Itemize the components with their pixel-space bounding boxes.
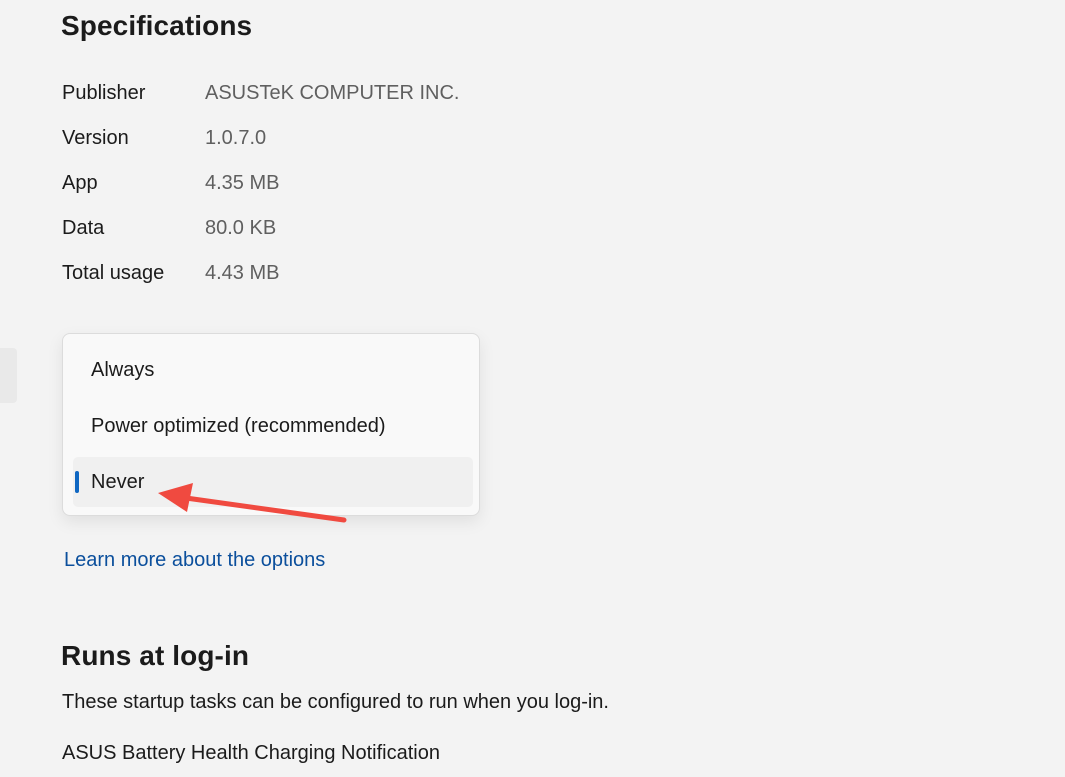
spec-label: App bbox=[62, 171, 98, 194]
spec-label: Version bbox=[62, 126, 129, 149]
spec-row-version: Version 1.0.7.0 bbox=[62, 123, 266, 153]
runs-at-login-title: Runs at log-in bbox=[61, 640, 250, 671]
spec-value: 4.35 MB bbox=[205, 171, 280, 194]
spec-value: ASUSTeK COMPUTER INC. bbox=[205, 81, 460, 104]
spec-value: 4.43 MB bbox=[205, 261, 280, 284]
option-label: Never bbox=[91, 470, 145, 493]
spec-value: 1.0.7.0 bbox=[205, 126, 267, 149]
spec-row-publisher: Publisher ASUSTeK COMPUTER INC. bbox=[62, 78, 459, 108]
dropdown-option-never[interactable]: Never bbox=[73, 457, 473, 507]
spec-label: Total usage bbox=[62, 261, 165, 284]
option-label: Always bbox=[91, 358, 155, 381]
sidebar-edge bbox=[0, 348, 17, 403]
background-permissions-dropdown[interactable]: Always Power optimized (recommended) Nev… bbox=[62, 333, 480, 516]
spec-value: 80.0 KB bbox=[205, 216, 277, 239]
spec-label: Publisher bbox=[62, 81, 146, 104]
spec-row-total-usage: Total usage 4.43 MB bbox=[62, 258, 279, 288]
selected-indicator bbox=[75, 471, 79, 493]
dropdown-option-always[interactable]: Always bbox=[73, 345, 473, 395]
dropdown-option-power-optimized[interactable]: Power optimized (recommended) bbox=[73, 401, 473, 451]
app-settings-page: Specifications Publisher ASUSTeK COMPUTE… bbox=[0, 0, 1065, 777]
spec-label: Data bbox=[62, 216, 105, 239]
learn-more-link[interactable]: Learn more about the options bbox=[64, 549, 325, 572]
spec-row-app: App 4.35 MB bbox=[62, 168, 279, 198]
specifications-title: Specifications bbox=[61, 10, 253, 41]
startup-task-item: ASUS Battery Health Charging Notificatio… bbox=[62, 742, 440, 764]
runs-at-login-description: These startup tasks can be configured to… bbox=[62, 691, 609, 713]
spec-row-data: Data 80.0 KB bbox=[62, 213, 276, 243]
option-label: Power optimized (recommended) bbox=[91, 414, 386, 437]
